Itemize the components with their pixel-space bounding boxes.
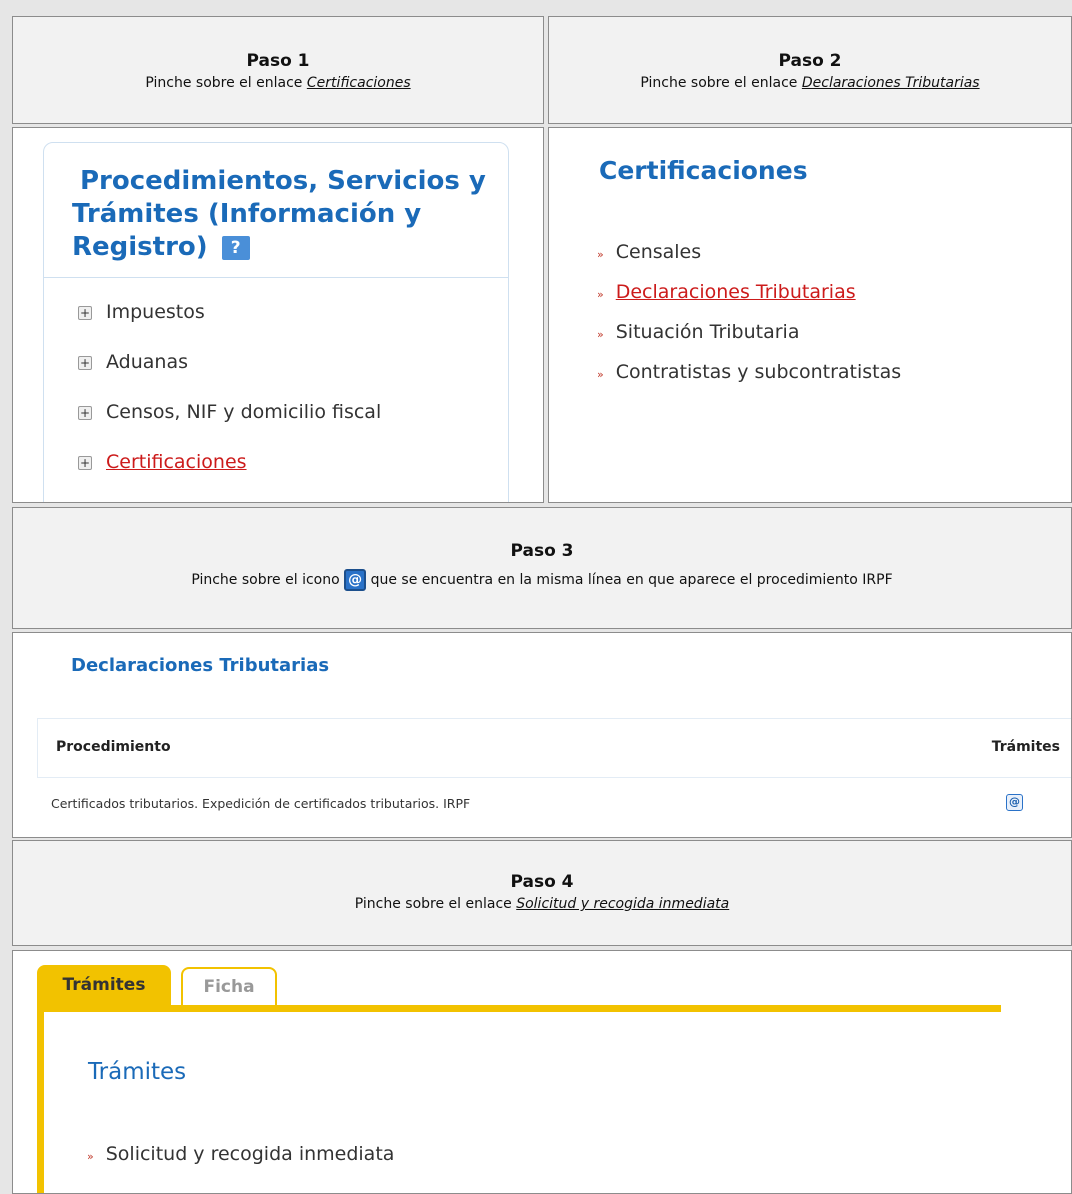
step1-desc-link: Certificaciones: [306, 75, 411, 91]
step2-header: Paso 2 Pinche sobre el enlace Declaracio…: [548, 16, 1072, 124]
bullet-icon: »: [87, 1150, 94, 1163]
tab-ficha[interactable]: Ficha: [181, 967, 277, 1005]
tramites-heading: Trámites: [88, 1059, 187, 1085]
bullet-icon: »: [597, 288, 604, 301]
expand-plus-icon[interactable]: +: [78, 355, 92, 370]
at-tramite-icon[interactable]: @: [1006, 794, 1023, 811]
list-item-aduanas[interactable]: + Aduanas: [78, 351, 381, 401]
step4-desc-link: Solicitud y recogida inmediata: [516, 896, 730, 912]
step4-desc-prefix: Pinche sobre el enlace: [354, 896, 517, 912]
procedures-table: Procedimiento Trámites: [37, 718, 1071, 778]
tab-left-border: [37, 1005, 44, 1193]
certificaciones-list: » Censales » Declaraciones Tributarias » Si…: [597, 241, 901, 401]
step3-desc-prefix: Pinche sobre el icono: [191, 572, 345, 588]
list-item-censales[interactable]: » Censales: [597, 241, 901, 281]
col-header-tramites: Trámites: [991, 739, 1060, 755]
step2-desc-link: Declaraciones Tributarias: [801, 75, 980, 91]
certificaciones-link[interactable]: Certificaciones: [106, 451, 247, 473]
bullet-icon: »: [597, 248, 604, 261]
step4-title: Paso 4: [510, 872, 574, 892]
list-item-label: Impuestos: [106, 301, 205, 323]
list-item-declaraciones[interactable]: » Declaraciones Tributarias: [597, 281, 901, 321]
procedures-heading-line1: Procedimientos, Servicios y: [80, 166, 486, 196]
help-icon[interactable]: ?: [221, 235, 250, 260]
procedures-heading-line3-wrap: Registro)?: [72, 231, 498, 264]
list-item-label: Contratistas y subcontratistas: [615, 361, 902, 383]
step3-header: Paso 3 Pinche sobre el icono @ que se en…: [12, 507, 1072, 629]
procedures-box: Procedimientos, Servicios y Trámites (In…: [43, 142, 509, 502]
list-item-certificaciones[interactable]: + Certificaciones: [78, 451, 381, 501]
tab-underline: [37, 1005, 1001, 1012]
step2-desc: Pinche sobre el enlace Declaraciones Tri…: [549, 75, 1071, 91]
table-row: Certificados tributarios. Expedición de …: [37, 777, 1071, 827]
tramites-item[interactable]: » Solicitud y recogida inmediata: [87, 1143, 394, 1165]
expand-plus-icon[interactable]: +: [78, 405, 92, 420]
list-item-label: Aduanas: [106, 351, 188, 373]
expand-plus-icon[interactable]: +: [78, 305, 92, 320]
step1-header: Paso 1 Pinche sobre el enlace Certificac…: [12, 16, 544, 124]
step1-screenshot: Procedimientos, Servicios y Trámites (In…: [12, 127, 544, 503]
step3-title: Paso 3: [510, 541, 574, 561]
list-item-situacion[interactable]: » Situación Tributaria: [597, 321, 901, 361]
step3-desc: Pinche sobre el icono @ que se encuentra…: [13, 569, 1071, 591]
procedures-heading: Procedimientos, Servicios y Trámites (In…: [44, 143, 508, 264]
instructions-frame: Paso 1 Pinche sobre el enlace Certificac…: [0, 0, 1072, 1194]
procedures-divider: [44, 277, 508, 278]
step2-screenshot: Certificaciones » Censales » Declaraciones…: [548, 127, 1072, 503]
bullet-icon: »: [597, 368, 604, 381]
list-item-label: Censos, NIF y domicilio fiscal: [106, 401, 382, 423]
list-item-label: Situación Tributaria: [615, 321, 800, 343]
certificaciones-heading: Certificaciones: [599, 156, 808, 185]
step3-desc-suffix: que se encuentra en la misma línea en qu…: [366, 572, 893, 588]
procedures-list: + Impuestos + Aduanas + Censos, NIF y domic…: [78, 301, 381, 501]
declaraciones-tributarias-link[interactable]: Declaraciones Tributarias: [616, 281, 856, 303]
list-item-impuestos[interactable]: + Impuestos: [78, 301, 381, 351]
list-item-contratistas[interactable]: » Contratistas y subcontratistas: [597, 361, 901, 401]
step1-title: Paso 1: [246, 51, 310, 71]
col-header-procedimiento: Procedimiento: [56, 739, 171, 755]
row-procedure-text: Certificados tributarios. Expedición de …: [51, 796, 471, 811]
solicitud-link[interactable]: Solicitud y recogida inmediata: [106, 1143, 395, 1165]
step1-desc: Pinche sobre el enlace Certificaciones: [13, 75, 543, 91]
step2-title: Paso 2: [778, 51, 842, 71]
step4-header: Paso 4 Pinche sobre el enlace Solicitud …: [12, 840, 1072, 946]
step4-desc: Pinche sobre el enlace Solicitud y recog…: [13, 896, 1071, 912]
expand-plus-icon[interactable]: +: [78, 455, 92, 470]
tab-tramites[interactable]: Trámites: [37, 965, 171, 1009]
step4-screenshot: Trámites Ficha Trámites » Solicitud y rec…: [12, 950, 1072, 1194]
declaraciones-heading: Declaraciones Tributarias: [71, 655, 330, 676]
bullet-icon: »: [597, 328, 604, 341]
at-icon: @: [344, 569, 367, 591]
list-item-censos[interactable]: + Censos, NIF y domicilio fiscal: [78, 401, 381, 451]
step2-desc-prefix: Pinche sobre el enlace: [640, 75, 802, 91]
step3-screenshot: Declaraciones Tributarias Procedimiento …: [12, 632, 1072, 838]
step1-desc-prefix: Pinche sobre el enlace: [145, 75, 307, 91]
list-item-label: Censales: [615, 241, 702, 263]
procedures-heading-line2: Trámites (Información y: [72, 199, 422, 229]
procedures-heading-line3: Registro): [72, 232, 208, 262]
